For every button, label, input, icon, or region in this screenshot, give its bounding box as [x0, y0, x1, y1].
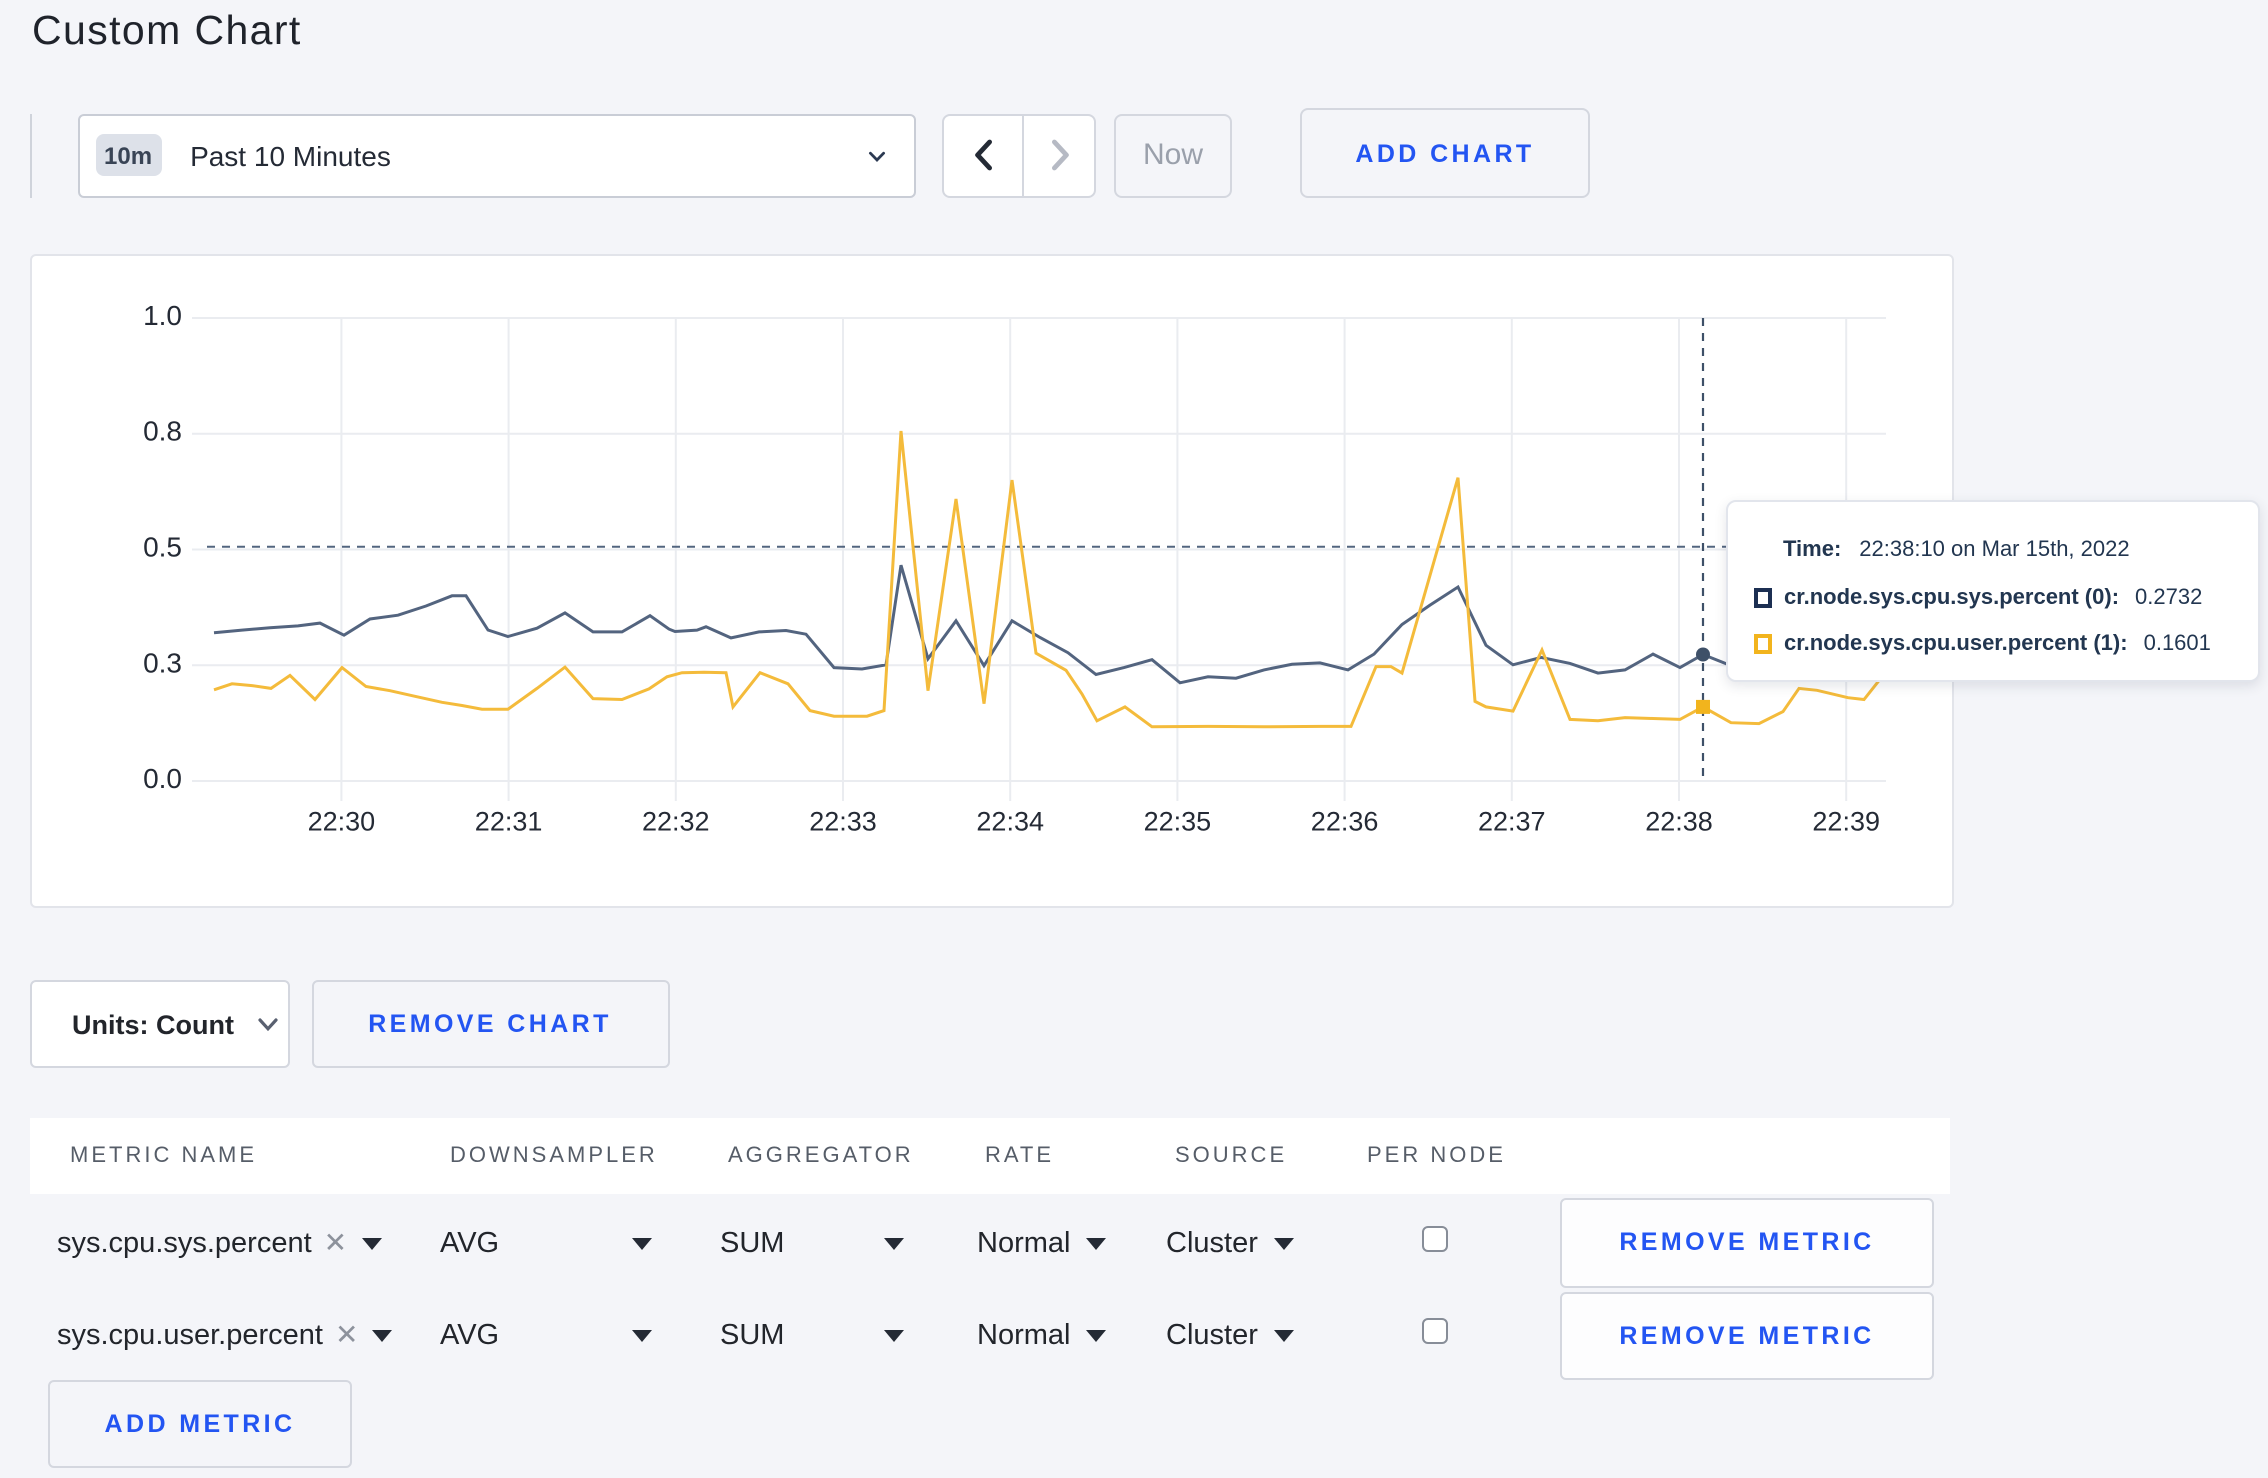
- svg-text:0.5: 0.5: [143, 531, 182, 562]
- svg-text:22:35: 22:35: [1144, 806, 1212, 836]
- svg-text:22:36: 22:36: [1311, 806, 1379, 836]
- svg-text:0.0: 0.0: [143, 762, 182, 793]
- svg-text:0.3: 0.3: [143, 646, 182, 677]
- svg-text:1.0: 1.0: [143, 299, 182, 330]
- svg-text:22:39: 22:39: [1812, 806, 1880, 836]
- svg-text:22:37: 22:37: [1478, 806, 1546, 836]
- svg-text:22:31: 22:31: [475, 806, 543, 836]
- svg-text:22:32: 22:32: [642, 806, 710, 836]
- svg-text:22:38: 22:38: [1645, 806, 1713, 836]
- svg-text:22:33: 22:33: [809, 806, 877, 836]
- svg-text:22:34: 22:34: [976, 806, 1044, 836]
- svg-text:22:30: 22:30: [308, 806, 376, 836]
- svg-text:0.8: 0.8: [143, 415, 182, 446]
